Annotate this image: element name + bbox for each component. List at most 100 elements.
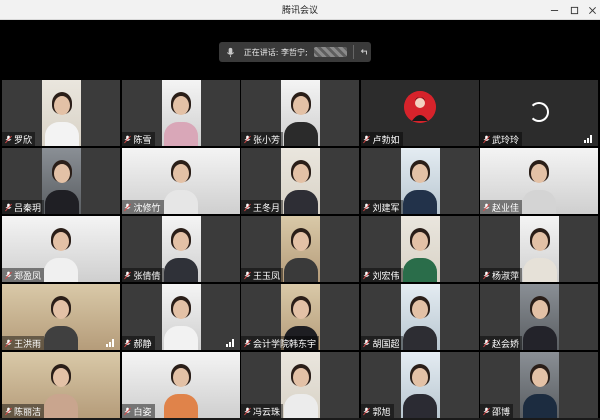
participant-tile[interactable]: 刘宏伟 bbox=[360, 216, 479, 282]
participant-name: 武玲玲 bbox=[492, 135, 520, 146]
participant-name: 卢勃如 bbox=[372, 135, 400, 146]
participant-video bbox=[281, 352, 320, 418]
person-body bbox=[163, 190, 198, 214]
participant-tile[interactable]: 沈修竹 bbox=[121, 148, 240, 214]
mic-muted-icon bbox=[482, 270, 490, 280]
participant-tile[interactable]: 张倩倩 bbox=[121, 216, 240, 282]
participant-nameplate: 张小芳 bbox=[241, 132, 284, 146]
participant-avatar bbox=[403, 91, 436, 123]
participant-tile[interactable]: 吕秦玥 bbox=[2, 148, 120, 214]
participant-nameplate: 赵业佳 bbox=[480, 200, 523, 214]
participant-video bbox=[42, 80, 81, 146]
person-body bbox=[522, 258, 557, 282]
participant-tile[interactable]: 胡国超 bbox=[360, 284, 479, 350]
person-body bbox=[522, 190, 556, 214]
window-titlebar: 腾讯会议 bbox=[0, 0, 600, 20]
participant-name: 赵业佳 bbox=[492, 203, 520, 214]
mic-muted-icon bbox=[4, 134, 12, 144]
participant-tile[interactable]: 郑盈凤 bbox=[2, 216, 120, 282]
participant-video bbox=[281, 216, 320, 282]
participant-nameplate: 杨淑萍 bbox=[480, 268, 523, 282]
speaking-mic-icon bbox=[224, 45, 238, 59]
participant-tile[interactable]: 刘建军 bbox=[360, 148, 479, 214]
participant-name: 沈修竹 bbox=[133, 203, 161, 214]
participant-name: 张倩倩 bbox=[133, 271, 161, 282]
person-face bbox=[412, 300, 428, 319]
participant-tile[interactable]: 赵会娇 bbox=[480, 284, 598, 350]
participant-name: 赵会娇 bbox=[492, 339, 520, 350]
mic-muted-icon bbox=[363, 270, 371, 280]
participant-name: 刘宏伟 bbox=[372, 271, 400, 282]
person-face bbox=[173, 232, 189, 251]
return-icon[interactable] bbox=[357, 45, 371, 59]
participant-name: 陈雪 bbox=[133, 135, 152, 146]
mic-muted-icon bbox=[363, 134, 371, 144]
speaker-name-redacted bbox=[313, 47, 348, 57]
participant-nameplate: 王玉凤 bbox=[241, 268, 284, 282]
person-body bbox=[44, 258, 78, 282]
participant-tile[interactable]: 武玲玲 bbox=[480, 80, 598, 146]
mic-muted-icon bbox=[4, 338, 12, 348]
participant-tile[interactable]: 卢勃如 bbox=[360, 80, 479, 146]
participant-tile[interactable]: 陈雪 bbox=[121, 80, 240, 146]
participant-nameplate: 卢勃如 bbox=[360, 132, 403, 146]
person-face bbox=[292, 164, 309, 183]
participant-nameplate: 吕秦玥 bbox=[2, 200, 45, 214]
mic-muted-icon bbox=[124, 338, 132, 348]
participant-nameplate: 郭旭 bbox=[360, 404, 394, 418]
participant-nameplate: 王洪雨 bbox=[2, 336, 45, 350]
mic-muted-icon bbox=[363, 338, 371, 348]
mic-muted-icon bbox=[243, 338, 251, 348]
mic-muted-icon bbox=[124, 406, 132, 416]
mic-muted-icon bbox=[482, 202, 490, 212]
participant-tile[interactable]: 王洪雨 bbox=[2, 284, 120, 350]
person-body bbox=[44, 394, 78, 418]
participant-name: 冯云珠 bbox=[253, 407, 281, 418]
participant-tile[interactable]: 邵博 bbox=[480, 352, 598, 418]
person-body bbox=[164, 326, 198, 350]
participant-tile[interactable]: 白姿 bbox=[121, 352, 240, 418]
participant-tile[interactable]: 陈丽洁 bbox=[2, 352, 120, 418]
person-face bbox=[53, 164, 70, 183]
person-body bbox=[283, 258, 318, 282]
participant-tile[interactable]: 郝静 bbox=[121, 284, 240, 350]
participant-tile[interactable]: 王玉凤 bbox=[241, 216, 359, 282]
person-face bbox=[531, 164, 547, 183]
participant-nameplate: 冯云珠 bbox=[241, 404, 284, 418]
mic-muted-icon bbox=[4, 270, 12, 280]
participant-tile[interactable]: 冯云珠 bbox=[241, 352, 359, 418]
participant-video bbox=[520, 284, 559, 350]
person-body bbox=[164, 258, 198, 282]
participant-nameplate: 罗欣 bbox=[2, 132, 36, 146]
person-body bbox=[403, 326, 437, 350]
participant-name: 王冬月 bbox=[253, 203, 281, 214]
person-body bbox=[283, 394, 318, 418]
divider bbox=[353, 45, 355, 59]
video-grid: 罗欣 陈雪 张小芳 卢勃如 武玲玲吕秦玥 沈修竹 王冬月 刘建军 赵业佳郑盈凤 张倩倩 王玉凤 刘宏伟… bbox=[2, 80, 598, 418]
mic-muted-icon bbox=[243, 202, 251, 212]
participant-tile[interactable]: 会计学院韩东宇 bbox=[241, 284, 359, 350]
window-title: 腾讯会议 bbox=[281, 6, 318, 16]
participant-nameplate: 会计学院韩东宇 bbox=[241, 336, 320, 350]
participant-tile[interactable]: 张小芳 bbox=[241, 80, 359, 146]
person-face bbox=[412, 368, 428, 387]
participant-tile[interactable]: 罗欣 bbox=[2, 80, 120, 146]
participant-video bbox=[400, 284, 440, 350]
participant-nameplate: 刘宏伟 bbox=[360, 268, 403, 282]
participant-nameplate: 赵会娇 bbox=[480, 336, 523, 350]
participant-nameplate: 邵博 bbox=[480, 404, 514, 418]
mic-muted-icon bbox=[243, 134, 251, 144]
person-body bbox=[403, 258, 437, 282]
participant-name: 胡国超 bbox=[372, 339, 400, 350]
participant-nameplate: 王冬月 bbox=[241, 200, 284, 214]
close-icon[interactable] bbox=[580, 0, 600, 20]
participant-video bbox=[400, 148, 440, 214]
participant-tile[interactable]: 赵业佳 bbox=[480, 148, 598, 214]
participant-nameplate: 武玲玲 bbox=[480, 132, 523, 146]
active-speaker-indicator[interactable]: 正在讲话: 李哲宁; bbox=[219, 42, 371, 62]
participant-tile[interactable]: 王冬月 bbox=[241, 148, 359, 214]
participant-tile[interactable]: 杨淑萍 bbox=[480, 216, 598, 282]
participant-video bbox=[42, 148, 81, 214]
participant-tile[interactable]: 郭旭 bbox=[360, 352, 479, 418]
signal-strength-icon bbox=[584, 135, 594, 143]
